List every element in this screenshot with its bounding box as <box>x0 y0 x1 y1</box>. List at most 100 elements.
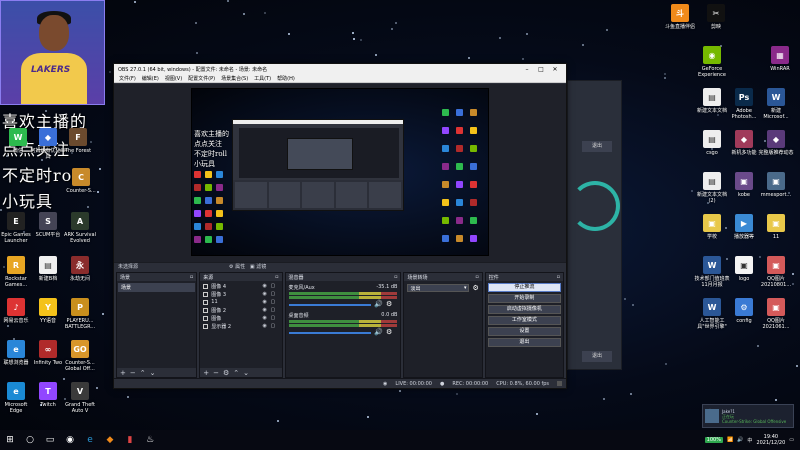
source-item[interactable]: 显示器 2 ◉ ▢ <box>200 322 281 330</box>
search-icon[interactable]: ○ <box>20 430 40 450</box>
desktop-icon-left-5[interactable]: S SCUM平台 <box>30 212 66 238</box>
remove-scene-icon[interactable]: − <box>130 369 136 377</box>
source-settings-icon[interactable]: ⚙ <box>223 369 229 377</box>
desktop-icon-left-6[interactable]: A ARK Survival Evolved <box>62 212 98 244</box>
obs-preview-area[interactable]: 喜欢主播的 点点关注 不定时roll 小玩具 <box>114 84 566 262</box>
lock-icon[interactable]: ▢ <box>271 307 279 313</box>
menu-tools[interactable]: 工具(T) <box>251 75 274 82</box>
desktop-icon-left-9[interactable]: 永永劫无间 <box>62 256 98 282</box>
exit-button[interactable]: 退出 <box>487 338 562 347</box>
lock-icon[interactable]: ▢ <box>271 315 279 321</box>
add-source-icon[interactable]: + <box>203 369 209 377</box>
obs-title-bar[interactable]: OBS 27.0.1 (64 bit, windows) - 配置文件: 未命名… <box>114 64 566 74</box>
menu-profile[interactable]: 配置文件(P) <box>185 75 218 82</box>
desktop-icon-right-19[interactable]: W 人工智能工具"世界引擎" <box>694 298 730 330</box>
desktop-icon-left-15[interactable]: GO Counter-S... Global Off... <box>62 340 98 372</box>
desktop-icon-right-5[interactable]: Ps Adobe Photosh... <box>726 88 762 120</box>
menu-edit[interactable]: 编辑(E) <box>139 75 162 82</box>
stop-streaming-button[interactable]: 停止推流 <box>487 283 562 292</box>
bg-app-exit-button[interactable]: 退出 <box>582 141 612 152</box>
menu-help[interactable]: 帮助(H) <box>274 75 298 82</box>
battery-indicator[interactable]: 100% <box>704 437 723 443</box>
source-down-icon[interactable]: ⌄ <box>243 369 249 377</box>
taskbar-clock[interactable]: 19:40 2021/12/20 <box>756 434 785 446</box>
transition-settings-icon[interactable]: ⚙ <box>472 284 478 292</box>
source-item[interactable]: 图像 4 ◉ ▢ <box>200 282 281 290</box>
desktop-icon-right-14[interactable]: ▶ 播放器等 <box>726 214 762 240</box>
desktop-icon-right-15[interactable]: ▣ 11 <box>758 214 794 240</box>
friend-notification[interactable]: Jake?1 正在玩 Counter-Strike: Global Offens… <box>702 404 794 428</box>
visibility-eye-icon[interactable]: ◉ <box>263 315 271 321</box>
desktop-icon-right-16[interactable]: W 技术部门值班表 11月月报 <box>694 256 730 288</box>
lock-icon[interactable]: ▢ <box>271 323 279 329</box>
desktop-icon-right-10[interactable]: ▤ 新建文本文档 (2) <box>694 172 730 204</box>
desktop-icon-right-18[interactable]: ▣ QQ图片 20210801... <box>758 256 794 288</box>
desktop-icon-left-18[interactable]: V Grand Theft Auto V <box>62 382 98 414</box>
desktop-icon-right-2[interactable]: ◉ GeForce Experience <box>694 46 730 78</box>
menu-scene-collection[interactable]: 场景集合(S) <box>218 75 251 82</box>
desktop-icon-left-13[interactable]: e 联想浏览器 <box>0 340 34 366</box>
obs-taskbar-icon[interactable]: ◉ <box>60 430 80 450</box>
move-down-icon[interactable]: ⌄ <box>150 369 156 377</box>
desktop-icon-left-14[interactable]: ∞ Infinity Two <box>30 340 66 366</box>
desktop-icon-left-3[interactable]: C Counter-S... <box>63 168 99 194</box>
source-item[interactable]: 11 ◉ ▢ <box>200 298 281 306</box>
visibility-eye-icon[interactable]: ◉ <box>263 291 271 297</box>
speaker-icon[interactable]: 🔊 <box>374 328 383 336</box>
close-icon[interactable]: ✕ <box>548 66 562 73</box>
preview-screen[interactable]: 喜欢主播的 点点关注 不定时roll 小玩具 <box>191 88 489 256</box>
desktop-icon-right-6[interactable]: W 新建 Microsof... <box>758 88 794 120</box>
bg-app-exit-button-2[interactable]: 退出 <box>582 351 612 362</box>
lock-icon[interactable]: ▢ <box>271 283 279 289</box>
desktop-icon-left-4[interactable]: E Epic Games Launcher <box>0 212 34 244</box>
edge-taskbar-icon[interactable]: e <box>80 430 100 450</box>
visibility-eye-icon[interactable]: ◉ <box>263 299 271 305</box>
remove-source-icon[interactable]: − <box>213 369 219 377</box>
visibility-eye-icon[interactable]: ◉ <box>263 323 271 329</box>
studio-mode-button[interactable]: 工作室模式 <box>487 316 562 325</box>
app-taskbar-icon[interactable]: ▮ <box>120 430 140 450</box>
start-recording-button[interactable]: 开始录制 <box>487 294 562 303</box>
source-item[interactable]: 图像 2 ◉ ▢ <box>200 306 281 314</box>
notification-center-icon[interactable]: ▭ <box>789 437 794 443</box>
source-up-icon[interactable]: ⌃ <box>233 369 239 377</box>
network-icon[interactable]: 📶 <box>727 437 733 443</box>
desktop-icon-right-8[interactable]: ◆ 新机多功能 <box>726 130 762 156</box>
desktop-icon-right-21[interactable]: ▣ QQ图片 2021061... <box>758 298 794 330</box>
steam-taskbar-icon[interactable]: ♨ <box>140 430 160 450</box>
desktop-icon-right-9[interactable]: ◆ 完整版推荐动态 <box>758 130 794 156</box>
desktop-icon-left-10[interactable]: ♪ 网易云音乐 <box>0 298 34 324</box>
douyu-taskbar-icon[interactable]: ◆ <box>100 430 120 450</box>
visibility-eye-icon[interactable]: ◉ <box>263 283 271 289</box>
transition-select[interactable]: 淡出 ▾ <box>407 284 470 292</box>
gear-icon[interactable]: ⚙ <box>386 328 392 336</box>
windows-start-icon[interactable]: ⊞ <box>0 430 20 450</box>
desktop-icon-right-17[interactable]: ▣ logo <box>726 256 762 282</box>
desktop-icon-left-11[interactable]: Y YY语音 <box>30 298 66 324</box>
speaker-icon[interactable]: 🔊 <box>374 300 383 308</box>
desktop-icon-left-12[interactable]: P PLAYERU... BATTLEGR... <box>62 298 98 330</box>
properties-button[interactable]: ⚙ 属性 ▣ 滤镜 <box>229 263 266 270</box>
desktop-icon-right-13[interactable]: ▣ 学校 <box>694 214 730 240</box>
volume-slider[interactable] <box>288 332 372 334</box>
settings-button[interactable]: 设置 <box>487 327 562 336</box>
scene-item[interactable]: 场景 <box>118 283 196 292</box>
desktop-icon-left-17[interactable]: T Twitch <box>30 382 66 408</box>
maximize-icon[interactable]: □ <box>534 66 548 73</box>
desktop-icon-left-2[interactable]: F The Forest <box>60 128 96 154</box>
desktop-icon-right-3[interactable]: ▦ WinRAR <box>762 46 798 72</box>
source-item[interactable]: 图像 ◉ ▢ <box>200 314 281 322</box>
lock-icon[interactable]: ▢ <box>271 291 279 297</box>
lock-icon[interactable]: ▢ <box>271 299 279 305</box>
desktop-icon-left-16[interactable]: e Microsoft Edge <box>0 382 34 414</box>
desktop-icon-right-4[interactable]: ▤ 新建文本文档 <box>694 88 730 114</box>
desktop-icon-right-11[interactable]: ▣ kobe <box>726 172 762 198</box>
background-app-window[interactable]: 退出 退出 <box>567 80 622 370</box>
input-method-icon[interactable]: 中 <box>747 437 752 444</box>
desktop-icon-right-0[interactable]: 斗斗鱼直播伴侣 <box>662 4 698 30</box>
desktop-icon-left-8[interactable]: ▤ 新建B档 <box>30 256 66 282</box>
source-item[interactable]: 图像 3 ◉ ▢ <box>200 290 281 298</box>
minimize-icon[interactable]: – <box>520 66 534 73</box>
move-up-icon[interactable]: ⌃ <box>140 369 146 377</box>
volume-icon[interactable]: 🔊 <box>737 437 743 443</box>
